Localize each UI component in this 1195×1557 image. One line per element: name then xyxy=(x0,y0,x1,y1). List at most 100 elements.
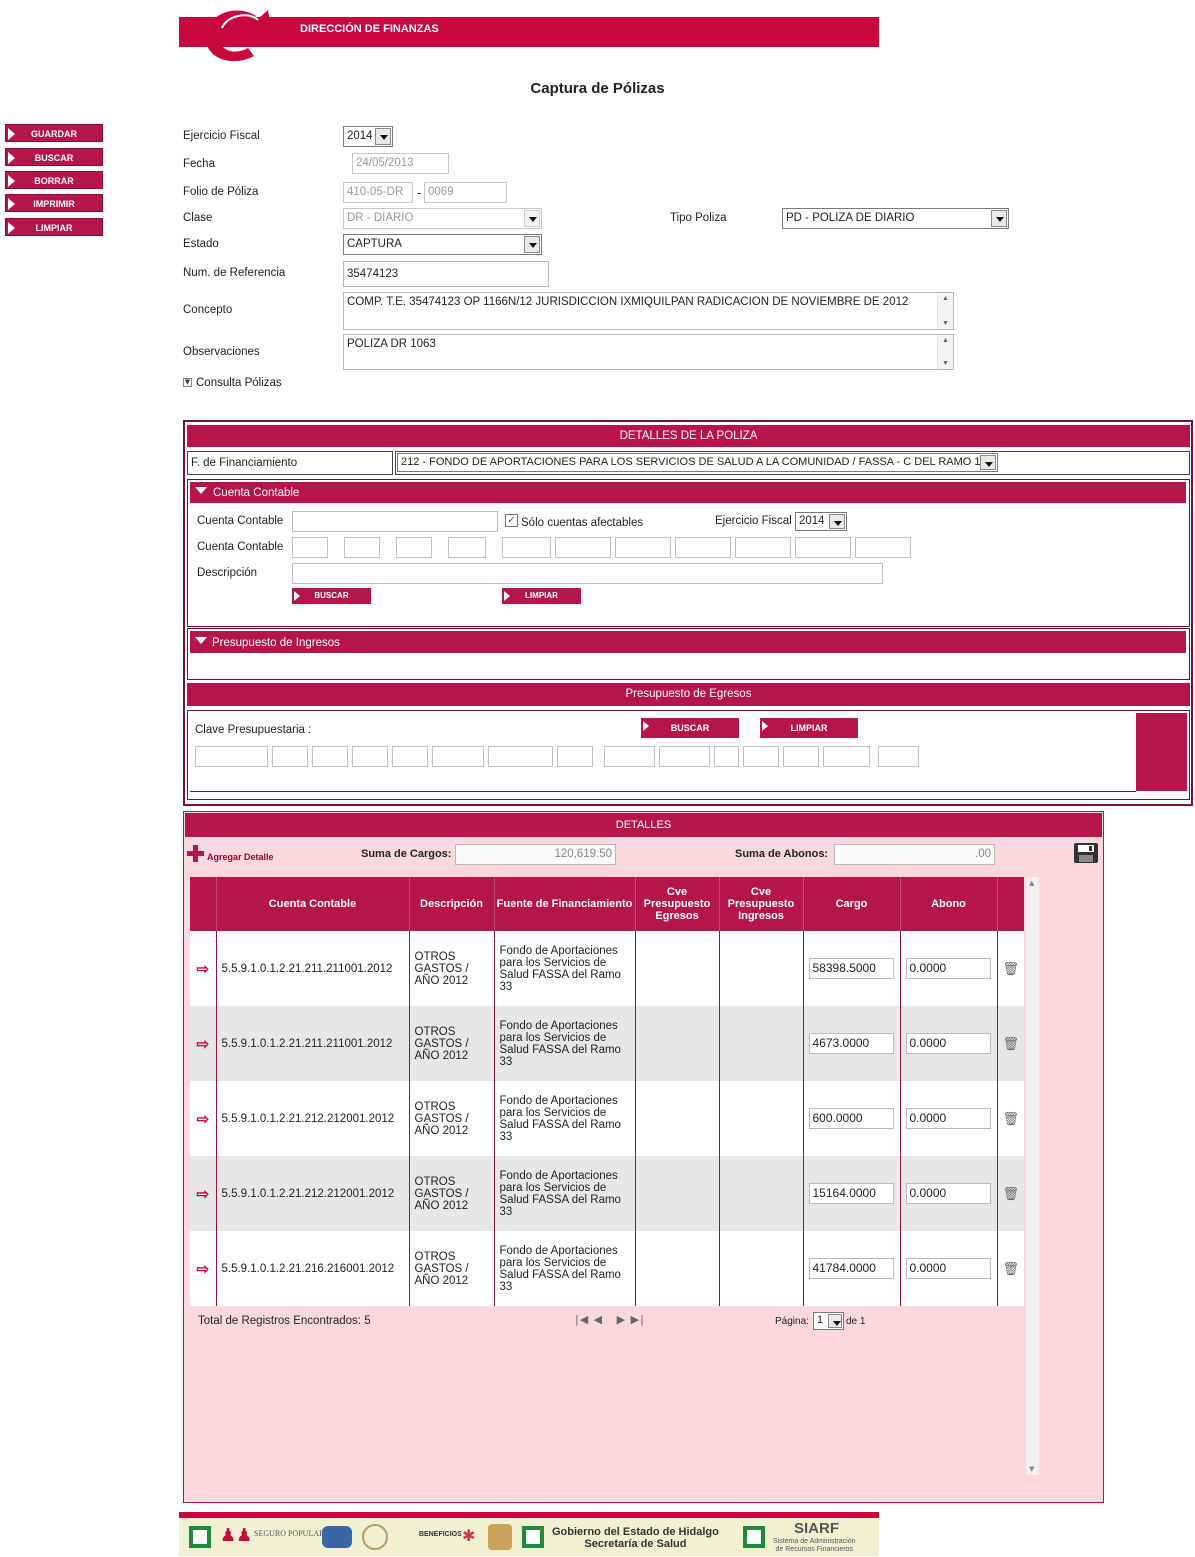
abono-input[interactable]: 0.0000 xyxy=(905,1108,991,1129)
col-cuenta[interactable]: Cuenta Contable xyxy=(215,877,409,931)
fecha-input[interactable]: 24/05/2013 xyxy=(352,153,449,174)
ref-input[interactable]: 35474123 xyxy=(343,261,549,287)
buscar-button[interactable]: BUSCAR xyxy=(5,148,103,166)
cuenta-input[interactable] xyxy=(292,511,498,532)
suma-abonos-input[interactable]: .00 xyxy=(834,844,995,865)
cuenta-seg-2[interactable] xyxy=(344,537,380,558)
clave-seg-9[interactable] xyxy=(604,746,655,767)
row-arrow-cell[interactable]: ⇨ xyxy=(190,1231,216,1306)
row-arrow-cell[interactable]: ⇨ xyxy=(190,1156,216,1231)
col-cve-egresos[interactable]: Cve Presupuesto Egresos xyxy=(634,877,719,931)
abono-input[interactable]: 0.0000 xyxy=(905,1183,991,1204)
col-descripcion[interactable]: Descripción xyxy=(408,877,494,931)
scrollbar[interactable] xyxy=(937,335,953,369)
arrow-right-icon[interactable]: ⇨ xyxy=(196,1036,209,1053)
pagina-select[interactable]: 1 xyxy=(813,1312,844,1330)
cuenta-seg-5[interactable] xyxy=(502,537,551,558)
cargo-input[interactable]: 41784.0000 xyxy=(808,1258,894,1279)
clave-seg-14[interactable] xyxy=(823,746,870,767)
last-page-icon[interactable]: ▶| xyxy=(631,1313,645,1326)
concepto-textarea[interactable]: COMP. T.E. 35474123 OP 1166N/12 JURISDIC… xyxy=(343,292,954,330)
arrow-right-icon[interactable]: ⇨ xyxy=(196,1111,209,1128)
cargo-input[interactable]: 58398.5000 xyxy=(808,958,894,979)
guardar-button[interactable]: GUARDAR xyxy=(5,124,103,142)
clase-select[interactable]: DR - DIARIO xyxy=(343,208,542,229)
col-cargo[interactable]: Cargo xyxy=(802,877,900,931)
cuenta-limpiar-button[interactable]: LIMPIAR xyxy=(502,588,581,604)
cuenta-seg-8[interactable] xyxy=(675,537,731,558)
collapse-triangle-icon[interactable] xyxy=(195,637,207,644)
solo-afectables-checkbox[interactable]: ✓ xyxy=(505,514,518,527)
folio-prefix-input[interactable]: 410-05-DR xyxy=(343,182,413,203)
arrow-right-icon[interactable]: ⇨ xyxy=(196,961,209,978)
clave-seg-13[interactable] xyxy=(783,746,819,767)
prev-page-icon[interactable]: ◀ xyxy=(594,1313,603,1326)
cargo-input[interactable]: 600.0000 xyxy=(808,1108,894,1129)
col-cve-ingresos[interactable]: Cve Presupuesto Ingresos xyxy=(718,877,803,931)
obs-textarea[interactable]: POLIZA DR 1063 xyxy=(343,334,954,370)
col-fuente[interactable]: Fuente de Financiamiento xyxy=(493,877,635,931)
first-page-icon[interactable]: |◀ xyxy=(575,1313,589,1326)
cuenta-seg-11[interactable] xyxy=(855,537,911,558)
plus-icon[interactable] xyxy=(187,845,204,862)
consulta-polizas-link[interactable]: Consulta Pólizas xyxy=(196,377,282,389)
tipo-select[interactable]: PD - POLIZA DE DIARIO xyxy=(782,208,1009,229)
abono-input[interactable]: 0.0000 xyxy=(905,1258,991,1279)
egresos-buscar-button[interactable]: BUSCAR xyxy=(641,718,739,738)
expand-icon[interactable]: ▼ xyxy=(183,378,192,387)
table-row[interactable]: ⇨ 5.5.9.1.0.1.2.21.212.212001.2012 OTROS G… xyxy=(190,1156,1024,1231)
trash-icon[interactable]: 🗑 xyxy=(1002,1261,1019,1276)
borrar-button[interactable]: BORRAR xyxy=(5,171,103,189)
ff-select[interactable]: 212 - FONDO DE APORTACIONES PARA LOS SER… xyxy=(397,453,998,472)
row-arrow-cell[interactable]: ⇨ xyxy=(190,1006,216,1081)
cargo-input[interactable]: 15164.0000 xyxy=(808,1183,894,1204)
cuenta-seg-10[interactable] xyxy=(795,537,851,558)
cuenta-seg-9[interactable] xyxy=(735,537,791,558)
ejercicio-select[interactable]: 2014 xyxy=(343,126,393,147)
trash-icon[interactable]: 🗑 xyxy=(1002,1186,1019,1201)
clave-seg-10[interactable] xyxy=(659,746,710,767)
cuenta-seg-6[interactable] xyxy=(555,537,611,558)
grid-scrollbar[interactable]: ▲ ▼ xyxy=(1025,877,1039,1475)
table-row[interactable]: ⇨ 5.5.9.1.0.1.2.21.212.212001.2012 OTROS G… xyxy=(190,1081,1024,1156)
cuenta-seg-3[interactable] xyxy=(396,537,432,558)
clave-seg-6[interactable] xyxy=(432,746,484,767)
cuenta-seg-4[interactable] xyxy=(448,537,486,558)
save-disk-icon[interactable] xyxy=(1073,842,1099,864)
cuenta-seg-1[interactable] xyxy=(292,537,328,558)
table-row[interactable]: ⇨ 5.5.9.1.0.1.2.21.211.211001.2012 OTROS G… xyxy=(190,931,1024,1006)
clave-seg-5[interactable] xyxy=(392,746,428,767)
clave-seg-15[interactable] xyxy=(878,746,919,767)
egresos-limpiar-button[interactable]: LIMPIAR xyxy=(760,718,858,738)
clave-seg-8[interactable] xyxy=(557,746,593,767)
clave-seg-3[interactable] xyxy=(312,746,348,767)
cuenta-buscar-button[interactable]: BUSCAR xyxy=(292,588,371,604)
descripcion-input[interactable] xyxy=(292,563,883,584)
arrow-right-icon[interactable]: ⇨ xyxy=(196,1261,209,1278)
folio-number-input[interactable]: 0069 xyxy=(424,182,507,203)
clave-seg-12[interactable] xyxy=(743,746,779,767)
cuenta-contable-header[interactable] xyxy=(190,482,1186,503)
clave-seg-2[interactable] xyxy=(272,746,308,767)
row-arrow-cell[interactable]: ⇨ xyxy=(190,1081,216,1156)
suma-cargos-input[interactable]: 120,619.50 xyxy=(455,844,616,865)
clave-seg-11[interactable] xyxy=(714,746,739,767)
table-row[interactable]: ⇨ 5.5.9.1.0.1.2.21.211.211001.2012 OTROS G… xyxy=(190,1006,1024,1081)
abono-input[interactable]: 0.0000 xyxy=(905,1033,991,1054)
cargo-input[interactable]: 4673.0000 xyxy=(808,1033,894,1054)
ejercicio2-select[interactable]: 2014 xyxy=(795,512,847,531)
col-abono[interactable]: Abono xyxy=(899,877,997,931)
collapse-triangle-icon[interactable] xyxy=(195,487,207,494)
estado-select[interactable]: CAPTURA xyxy=(343,234,542,255)
clave-seg-7[interactable] xyxy=(488,746,553,767)
trash-icon[interactable]: 🗑 xyxy=(1002,1111,1019,1126)
clave-seg-1[interactable] xyxy=(195,746,268,767)
scrollbar[interactable] xyxy=(937,293,953,329)
agregar-detalle-link[interactable]: Agregar Detalle xyxy=(207,852,274,862)
arrow-right-icon[interactable]: ⇨ xyxy=(196,1186,209,1203)
clave-seg-4[interactable] xyxy=(352,746,388,767)
trash-icon[interactable]: 🗑 xyxy=(1002,961,1019,976)
limpiar-button[interactable]: LIMPIAR xyxy=(5,218,103,236)
abono-input[interactable]: 0.0000 xyxy=(905,958,991,979)
imprimir-button[interactable]: IMPRIMIR xyxy=(5,194,103,212)
